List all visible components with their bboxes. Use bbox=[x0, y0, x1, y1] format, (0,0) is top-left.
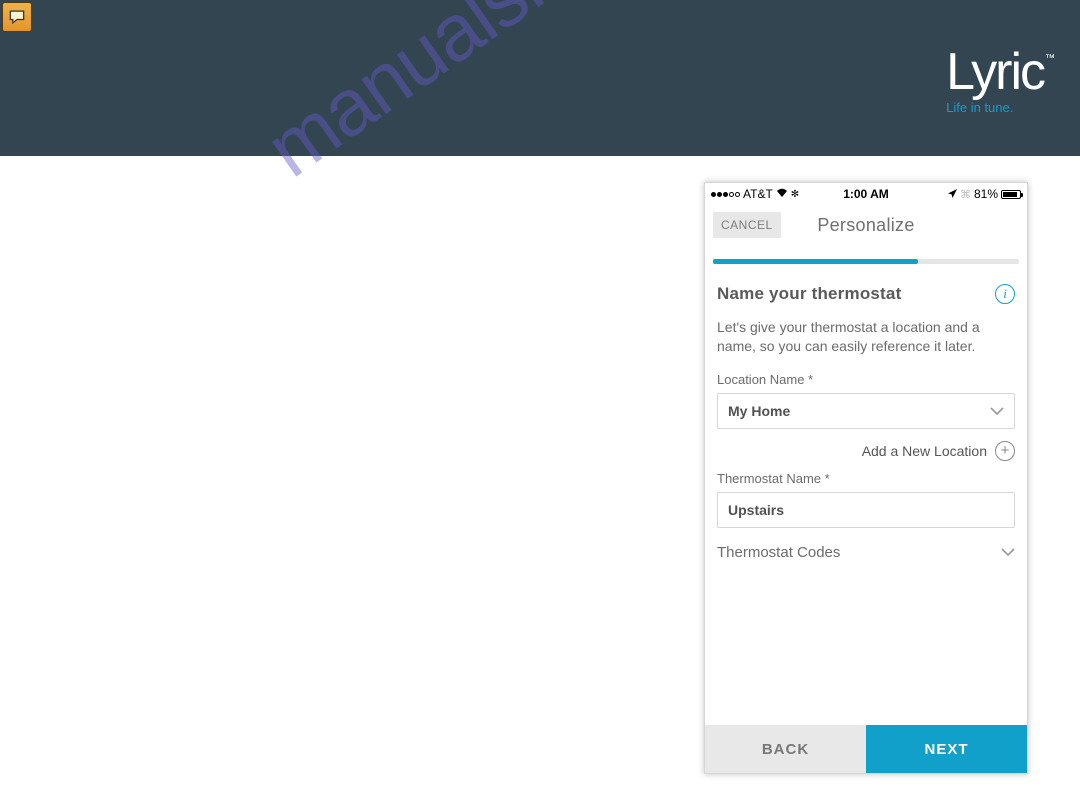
chevron-down-icon bbox=[1001, 544, 1015, 561]
location-name-label: Location Name * bbox=[705, 366, 1027, 391]
status-bar: AT&T ✻ 1:00 AM ⌘ 81% bbox=[705, 183, 1027, 205]
wifi-icon bbox=[776, 187, 788, 201]
thermostat-codes-row[interactable]: Thermostat Codes bbox=[705, 530, 1027, 567]
comment-icon[interactable] bbox=[2, 2, 32, 32]
battery-pct: 81% bbox=[974, 187, 998, 201]
loading-icon: ✻ bbox=[791, 189, 799, 200]
thermostat-name-input[interactable]: Upstairs bbox=[717, 492, 1015, 528]
battery-icon bbox=[1001, 190, 1021, 199]
location-name-value: My Home bbox=[728, 403, 790, 419]
carrier-label: AT&T bbox=[743, 187, 773, 201]
phone-screenshot: AT&T ✻ 1:00 AM ⌘ 81% CANCEL Personalize … bbox=[704, 182, 1028, 774]
add-location-button[interactable]: Add a New Location + bbox=[705, 431, 1027, 465]
location-name-select[interactable]: My Home bbox=[717, 393, 1015, 429]
footer-buttons: BACK NEXT bbox=[705, 725, 1027, 773]
add-location-label: Add a New Location bbox=[862, 443, 987, 459]
bluetooth-icon: ⌘ bbox=[960, 188, 971, 201]
progress-fill bbox=[713, 259, 918, 264]
progress-bar bbox=[713, 259, 1019, 264]
thermostat-name-label: Thermostat Name * bbox=[705, 465, 1027, 490]
section-heading: Name your thermostat bbox=[717, 284, 901, 304]
plus-icon: + bbox=[995, 441, 1015, 461]
back-button[interactable]: BACK bbox=[705, 725, 866, 773]
thermostat-name-value: Upstairs bbox=[728, 502, 784, 518]
intro-text: Let's give your thermostat a location an… bbox=[705, 310, 1027, 366]
next-button[interactable]: NEXT bbox=[866, 725, 1027, 773]
app-navbar: CANCEL Personalize bbox=[705, 205, 1027, 245]
page-header: Lyric™ Life in tune. bbox=[0, 0, 1080, 156]
thermostat-codes-label: Thermostat Codes bbox=[717, 544, 840, 561]
location-services-icon bbox=[948, 187, 957, 201]
trademark-symbol: ™ bbox=[1045, 53, 1053, 64]
brand-tagline: Life in tune. bbox=[946, 100, 1052, 115]
signal-dots-icon bbox=[711, 192, 740, 197]
info-icon[interactable]: i bbox=[995, 284, 1015, 304]
brand-name: Lyric™ bbox=[946, 46, 1052, 98]
brand-logo: Lyric™ Life in tune. bbox=[946, 46, 1052, 115]
chevron-down-icon bbox=[990, 403, 1004, 419]
cancel-button[interactable]: CANCEL bbox=[713, 212, 781, 238]
